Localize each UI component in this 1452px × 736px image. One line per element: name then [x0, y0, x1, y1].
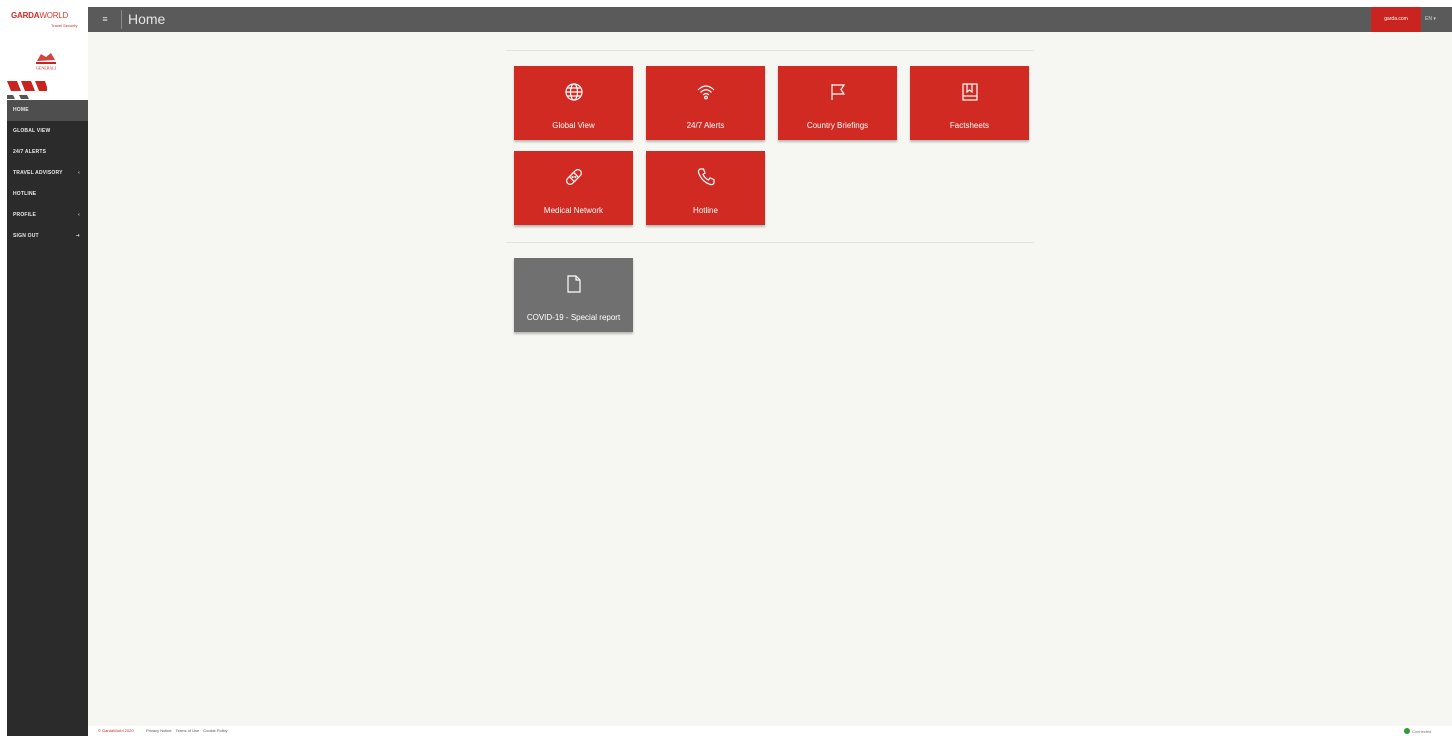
tile-medical-network[interactable]: Medical Network: [514, 151, 633, 225]
sidebar: GARDAWORLD Travel Security GENERALI HOME…: [7, 7, 88, 736]
tile-alerts[interactable]: 24/7 Alerts: [646, 66, 765, 140]
globe-icon: [564, 83, 583, 101]
generali-lion-logo: GENERALI: [36, 53, 57, 71]
tile-global-view[interactable]: Global View: [514, 66, 633, 140]
sidebar-nav: HOME GLOBAL VIEW 24/7 ALERTS TRAVEL ADVI…: [7, 100, 88, 247]
sidebar-item-alerts[interactable]: 24/7 ALERTS: [7, 142, 88, 163]
gardaworld-logo[interactable]: GARDAWORLD: [11, 11, 68, 20]
tile-label: Hotline: [693, 206, 718, 215]
section-divider: [506, 50, 1034, 51]
topbar-divider: [121, 10, 122, 29]
language-selector[interactable]: EN ▾: [1425, 7, 1452, 32]
tile-label: Country Briefings: [806, 121, 869, 130]
privacy-link[interactable]: Privacy Notice: [146, 728, 172, 733]
sidebar-item-label: 24/7 ALERTS: [13, 149, 47, 155]
sidebar-item-label: SIGN OUT: [13, 233, 39, 239]
red-stripes-decor: [7, 81, 47, 99]
section-divider: [506, 242, 1034, 243]
flag-icon: [830, 84, 845, 100]
chevron-left-icon: ‹: [78, 170, 80, 176]
tile-label: Global View: [552, 121, 595, 130]
bandage-icon: [565, 169, 582, 185]
sign-out-icon: ➜: [75, 233, 80, 239]
tile-hotline[interactable]: Hotline: [646, 151, 765, 225]
footer: © GardaWorld 2020 Privacy Notice Terms o…: [88, 726, 1452, 736]
chevron-left-icon: ‹: [78, 212, 80, 218]
tile-label: Medical Network: [543, 206, 604, 215]
sidebar-item-global-view[interactable]: GLOBAL VIEW: [7, 121, 88, 142]
sidebar-item-hotline[interactable]: HOTLINE: [7, 184, 88, 205]
hamburger-menu-icon[interactable]: ≡: [98, 12, 112, 26]
terms-link[interactable]: Terms of Use: [176, 728, 200, 733]
sidebar-item-label: PROFILE: [13, 212, 37, 218]
sidebar-item-travel-advisory[interactable]: TRAVEL ADVISORY ‹: [7, 163, 88, 184]
top-bar: ≡ Home garda.com EN ▾: [88, 7, 1452, 32]
main-content: Global View 24/7 Alerts Country Briefing…: [88, 32, 1452, 726]
document-icon: [566, 275, 581, 293]
status-text: Connected: [1412, 729, 1432, 734]
garda-site-link[interactable]: garda.com: [1371, 7, 1421, 32]
gardaworld-subtitle: Travel Security: [51, 23, 78, 28]
sidebar-item-profile[interactable]: PROFILE ‹: [7, 205, 88, 226]
book-icon: [961, 83, 978, 101]
copyright-text: © GardaWorld 2020: [98, 728, 134, 733]
sidebar-item-label: HOTLINE: [13, 191, 37, 197]
tile-covid-special-report[interactable]: COVID-19 - Special report: [514, 258, 633, 332]
sidebar-item-home[interactable]: HOME: [7, 100, 88, 121]
sidebar-item-label: GLOBAL VIEW: [13, 128, 51, 134]
signal-icon: [697, 85, 714, 100]
tile-country-briefings[interactable]: Country Briefings: [778, 66, 897, 140]
svg-text:GENERALI: GENERALI: [36, 66, 57, 71]
tile-label: Factsheets: [949, 121, 990, 130]
page-title: Home: [128, 11, 166, 27]
tile-label: COVID-19 - Special report: [526, 313, 621, 322]
tile-factsheets[interactable]: Factsheets: [910, 66, 1029, 140]
brand-area: GARDAWORLD Travel Security GENERALI: [7, 7, 88, 100]
cookie-link[interactable]: Cookie Policy: [203, 728, 227, 733]
footer-links: Privacy Notice Terms of Use Cookie Polic…: [146, 728, 231, 733]
tile-label: 24/7 Alerts: [686, 121, 725, 130]
sidebar-item-label: TRAVEL ADVISORY: [13, 170, 63, 176]
status-dot-icon: [1404, 728, 1410, 734]
sidebar-item-label: HOME: [13, 107, 29, 113]
sidebar-item-sign-out[interactable]: SIGN OUT ➜: [7, 226, 88, 247]
phone-icon: [697, 168, 715, 186]
